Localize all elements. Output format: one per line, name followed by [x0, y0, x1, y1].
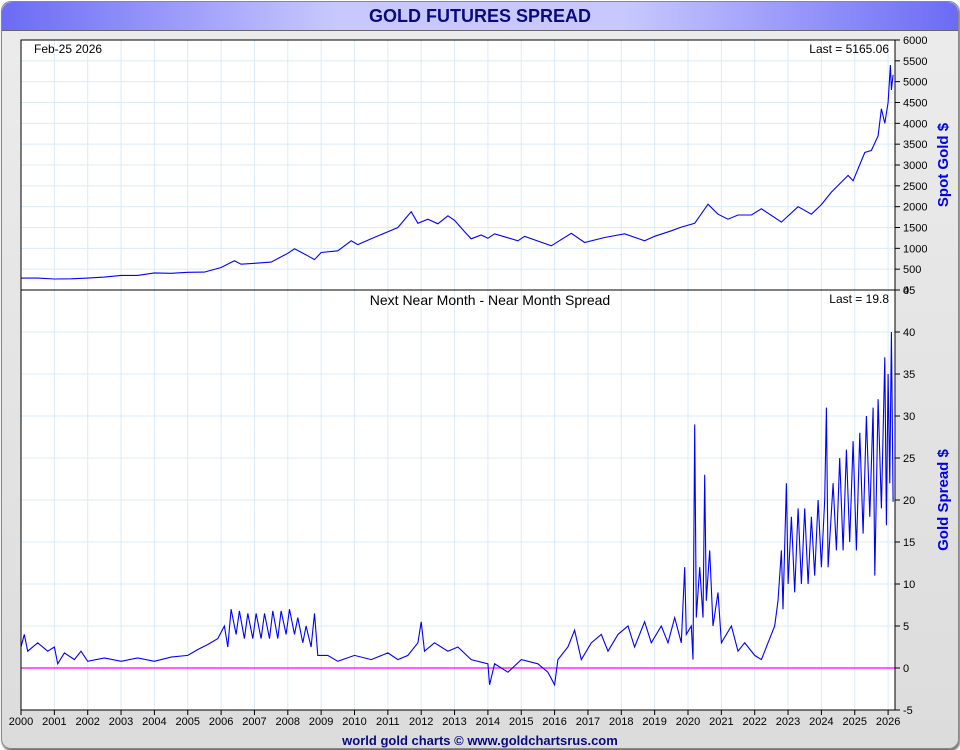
y-tick-label: 3500 — [903, 139, 927, 151]
x-tick-label: 2023 — [776, 716, 800, 728]
x-tick-label: 2018 — [609, 716, 633, 728]
x-tick-label: 2013 — [442, 716, 466, 728]
chart-svg: 0 500 1000 1500 2000 2500 3000 3500 4000 4500 5000… — [9, 35, 952, 728]
x-tick-label: 2008 — [276, 716, 300, 728]
x-tick-label: 2025 — [843, 716, 867, 728]
x-tick-label: 2015 — [509, 716, 533, 728]
y-tick-label: 1500 — [903, 223, 927, 235]
panel-title: Next Near Month - Near Month Spread — [370, 292, 610, 308]
last-value-label: Last = 19.8 — [829, 292, 889, 306]
y-tick-label: 20 — [903, 495, 915, 507]
y-tick-label: 500 — [903, 264, 921, 276]
y-tick-label: 6000 — [903, 35, 927, 47]
x-tick-label: 2020 — [676, 716, 700, 728]
y-tick-label: 5500 — [903, 56, 927, 68]
x-tick-label: 2019 — [642, 716, 666, 728]
x-tick-label: 2014 — [476, 716, 500, 728]
x-tick-label: 2005 — [176, 716, 200, 728]
x-tick-label: 2026 — [876, 716, 900, 728]
y-tick-label: 0 — [903, 663, 909, 675]
y-tick-label: 3000 — [903, 160, 927, 172]
x-tick-label: 2004 — [142, 716, 166, 728]
x-tick-label: 2017 — [576, 716, 600, 728]
y-tick-label: 2500 — [903, 181, 927, 193]
y-axis-label: Spot Gold $ — [935, 122, 952, 207]
y-axis-label: Gold Spread $ — [935, 449, 952, 551]
x-tick-label: 2009 — [309, 716, 333, 728]
y-tick-label: 30 — [903, 411, 915, 423]
date-label: Feb-25 2026 — [34, 42, 102, 56]
x-tick-label: 2000 — [9, 716, 33, 728]
y-tick-label: 40 — [903, 327, 915, 339]
x-tick-label: 2002 — [75, 716, 99, 728]
x-tick-label: 2024 — [809, 716, 833, 728]
y-tick-label: 10 — [903, 579, 915, 591]
x-tick-label: 2007 — [242, 716, 266, 728]
y-tick-label: 25 — [903, 453, 915, 465]
x-tick-label: 2012 — [409, 716, 433, 728]
x-tick-label: 2016 — [542, 716, 566, 728]
y-tick-label: 15 — [903, 537, 915, 549]
x-tick-label: 2021 — [709, 716, 733, 728]
y-tick-label: 4000 — [903, 118, 927, 130]
y-tick-label: 5 — [903, 621, 909, 633]
x-tick-label: 2022 — [742, 716, 766, 728]
x-tick-label: 2011 — [376, 716, 400, 728]
x-tick-label: 2006 — [209, 716, 233, 728]
y-tick-label: 5000 — [903, 77, 927, 89]
x-tick-label: 2003 — [109, 716, 133, 728]
y-tick-label: 4500 — [903, 98, 927, 110]
y-tick-label: -5 — [903, 705, 913, 717]
x-tick-label: 2001 — [42, 716, 66, 728]
y-tick-label: 2000 — [903, 202, 927, 214]
last-value-label: Last = 5165.06 — [809, 42, 889, 56]
y-tick-label: 1000 — [903, 243, 927, 255]
y-tick-label: 45 — [903, 285, 915, 297]
y-tick-label: 35 — [903, 369, 915, 381]
x-tick-label: 2010 — [342, 716, 366, 728]
